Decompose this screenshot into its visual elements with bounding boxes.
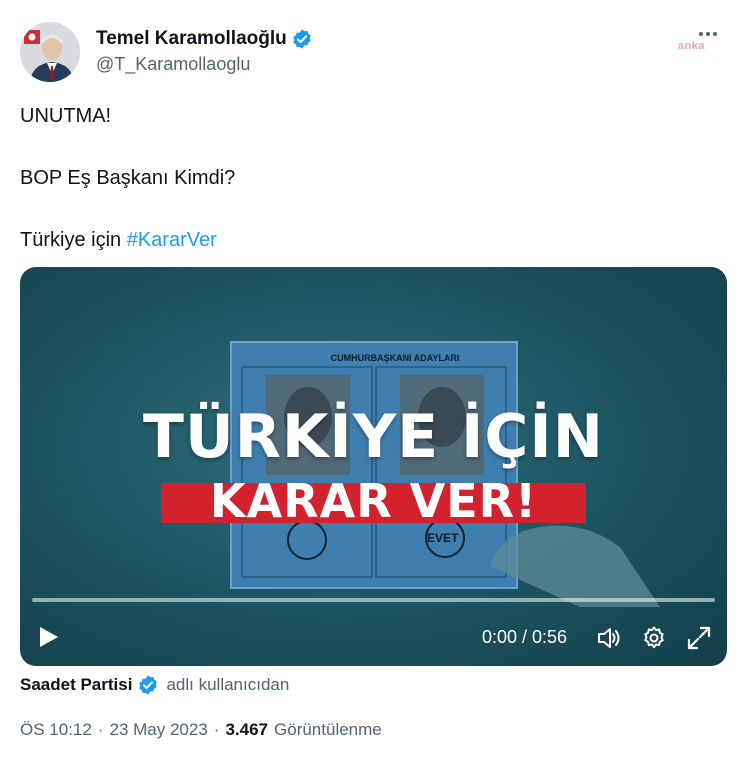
ballot-title: CUMHURBAŞKANI ADAYLARI	[330, 353, 460, 363]
tweet-line: UNUTMA!	[20, 105, 112, 127]
video-source-attribution: Saadet Partisi adlı kullanıcıdan	[20, 674, 289, 696]
video-progress-bar[interactable]	[32, 598, 715, 602]
hashtag-link[interactable]: #KararVer	[127, 229, 217, 251]
video-player[interactable]: CUMHURBAŞKANI ADAYLARI EVET TÜRKİYE İÇİN…	[20, 267, 727, 666]
views-count: 3.467	[225, 720, 269, 739]
volume-icon[interactable]	[596, 625, 622, 651]
play-icon[interactable]	[38, 625, 60, 649]
tweet-line-hashtag: Türkiye için #KararVer	[20, 226, 733, 254]
settings-gear-icon[interactable]	[641, 625, 667, 651]
tweet-date[interactable]: 23 May 2023	[110, 720, 208, 740]
source-name[interactable]: Saadet Partisi	[20, 675, 132, 695]
tweet-text: UNUTMA! BOP Eş Başkanı Kimdi? Türkiye iç…	[20, 102, 733, 254]
author-name-row: Temel Karamollaoğlu	[96, 28, 313, 50]
tweet-time[interactable]: ÖS 10:12	[20, 720, 92, 740]
tweet-line: BOP Eş Başkanı Kimdi?	[20, 167, 236, 189]
video-overlay-subtitle: KARAR VER!	[209, 474, 538, 528]
video-controls: 0:00 / 0:56	[20, 617, 727, 657]
meta-separator: ·	[213, 720, 220, 739]
ballot-stamp: EVET	[427, 531, 459, 545]
fullscreen-icon[interactable]	[686, 625, 712, 651]
meta-separator: ·	[97, 720, 104, 739]
author-display-name[interactable]: Temel Karamollaoğlu	[96, 28, 287, 50]
tweet-meta: ÖS 10:12 · 23 May 2023 · 3.467 Görüntüle…	[20, 720, 382, 740]
avatar[interactable]	[20, 22, 80, 82]
tweet-header: Temel Karamollaoğlu @T_Karamollaoglu ank…	[20, 20, 733, 84]
verified-badge-icon	[291, 28, 313, 50]
video-time: 0:00 / 0:56	[482, 627, 568, 647]
video-overlay-title: TÜRKİYE İÇİN	[143, 402, 604, 472]
views-label: Görüntülenme	[274, 720, 382, 739]
verified-badge-icon	[137, 674, 159, 696]
author-handle[interactable]: @T_Karamollaoglu	[96, 54, 250, 75]
tweet-line-prefix: Türkiye için	[20, 229, 127, 251]
source-suffix: adlı kullanıcıdan	[166, 675, 290, 694]
more-options-icon[interactable]	[699, 26, 723, 42]
